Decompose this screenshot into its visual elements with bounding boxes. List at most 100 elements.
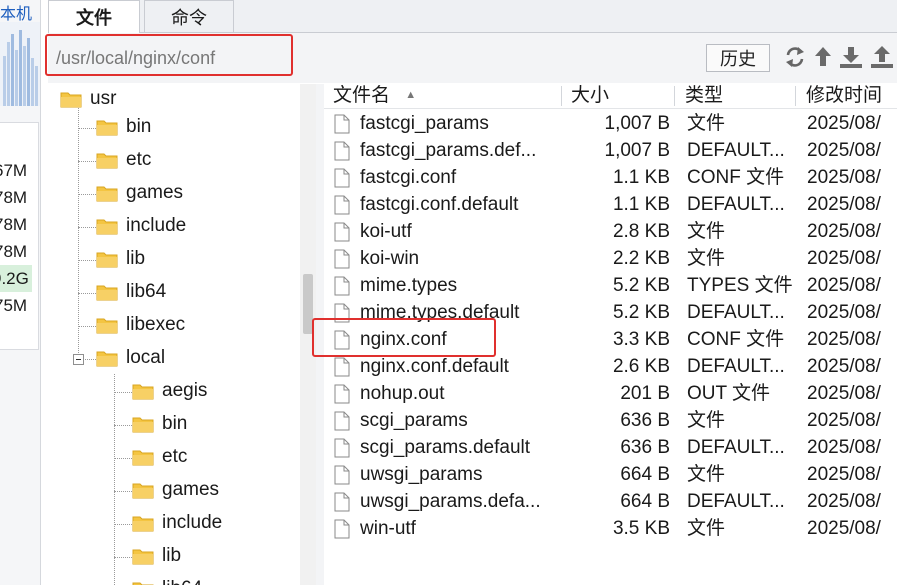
file-modified: 2025/08/	[807, 302, 881, 323]
tree-connector	[78, 293, 96, 294]
file-row[interactable]: fastcgi.conf.default 1.1 KB DEFAULT... 2025…	[324, 191, 897, 218]
collapse-icon[interactable]	[73, 354, 84, 365]
folder-icon	[96, 120, 118, 136]
file-size: 2.2 KB	[612, 248, 670, 269]
file-row[interactable]: scgi_params 636 B 文件 2025/08/	[324, 407, 897, 434]
history-button[interactable]: 历史	[706, 44, 770, 72]
folder-icon	[132, 450, 154, 466]
tree-connector	[78, 128, 96, 129]
upload-icon[interactable]	[869, 44, 895, 70]
file-row[interactable]: fastcgi_params.def... 1,007 B DEFAULT... 20…	[324, 137, 897, 164]
file-size: 2.6 KB	[612, 356, 670, 377]
file-type: DEFAULT...	[687, 356, 785, 377]
file-modified: 2025/08/	[807, 113, 881, 134]
column-modified-header[interactable]: 修改时间	[806, 84, 882, 108]
file-modified: 2025/08/	[807, 437, 881, 458]
file-size: 1.1 KB	[612, 167, 670, 188]
file-row[interactable]: win-utf 3.5 KB 文件 2025/08/	[324, 515, 897, 542]
file-modified: 2025/08/	[807, 356, 881, 377]
column-separator[interactable]	[561, 86, 562, 106]
file-name: uwsgi_params.defa...	[360, 491, 541, 512]
column-separator[interactable]	[674, 86, 675, 106]
file-list-header: 文件名 ▲ 大小 类型 修改时间	[324, 84, 897, 109]
file-row[interactable]: uwsgi_params 664 B 文件 2025/08/	[324, 461, 897, 488]
tree-item-label: lib64	[126, 281, 167, 302]
file-icon	[334, 141, 350, 161]
file-type: 文件	[687, 464, 726, 485]
tree-connector	[78, 161, 96, 162]
file-modified: 2025/08/	[807, 329, 881, 350]
column-size-header[interactable]: 大小	[571, 84, 609, 108]
column-name-header[interactable]: 文件名 ▲	[333, 84, 416, 108]
folder-icon	[132, 384, 154, 400]
tree-connector	[114, 491, 132, 492]
file-modified: 2025/08/	[807, 140, 881, 161]
folder-icon	[60, 92, 82, 108]
file-type: 文件	[687, 518, 726, 539]
local-machine-label: 本机	[0, 6, 33, 23]
file-row[interactable]: fastcgi.conf 1.1 KB CONF 文件 2025/08/	[324, 164, 897, 191]
file-row[interactable]: mime.types 5.2 KB TYPES 文件 2025/08/	[324, 272, 897, 299]
tree-item-label: bin	[126, 116, 152, 137]
sort-ascending-icon: ▲	[405, 89, 417, 101]
file-icon	[334, 411, 350, 431]
tree-connector	[78, 260, 96, 261]
tree-connector	[78, 108, 79, 359]
file-size: 201 B	[620, 383, 670, 404]
folder-icon	[132, 483, 154, 499]
file-row[interactable]: nginx.conf.default 2.6 KB DEFAULT... 2025/0…	[324, 353, 897, 380]
up-arrow-icon[interactable]	[812, 44, 834, 70]
file-type: TYPES 文件	[687, 275, 793, 296]
file-row[interactable]: fastcgi_params 1,007 B 文件 2025/08/	[324, 110, 897, 137]
file-size: 664 B	[620, 491, 670, 512]
tree-item-label: lib	[162, 545, 182, 566]
tree-item-label: include	[126, 215, 187, 236]
file-row[interactable]: uwsgi_params.defa... 664 B DEFAULT... 2025/…	[324, 488, 897, 515]
tree-item-label: lib64	[162, 578, 202, 585]
file-name: win-utf	[360, 518, 416, 539]
column-type-header[interactable]: 类型	[685, 84, 723, 108]
file-name: scgi_params	[360, 410, 468, 431]
folder-icon	[132, 549, 154, 565]
file-modified: 2025/08/	[807, 464, 881, 485]
file-modified: 2025/08/	[807, 275, 881, 296]
file-size: 1,007 B	[604, 140, 671, 161]
file-modified: 2025/08/	[807, 410, 881, 431]
file-size: 636 B	[620, 410, 670, 431]
column-separator[interactable]	[795, 86, 796, 106]
folder-icon	[96, 285, 118, 301]
refresh-icon[interactable]	[784, 44, 806, 70]
tree-connector	[78, 326, 96, 327]
download-icon[interactable]	[838, 44, 864, 70]
left-status-panel: 本机 67M 78M 78M 78M 9.2G 75M	[0, 0, 41, 585]
file-icon	[334, 384, 350, 404]
tree-connector	[78, 194, 96, 195]
folder-icon	[132, 417, 154, 433]
folder-icon	[96, 351, 118, 367]
file-modified: 2025/08/	[807, 491, 881, 512]
file-row[interactable]: koi-win 2.2 KB 文件 2025/08/	[324, 245, 897, 272]
file-icon	[334, 195, 350, 215]
file-icon	[334, 249, 350, 269]
file-icon	[334, 438, 350, 458]
tree-item-label: libexec	[126, 314, 186, 335]
tree-item-label: bin	[162, 413, 188, 434]
tab-bar: 文件 命令	[48, 0, 897, 33]
file-size: 1,007 B	[604, 113, 671, 134]
file-type: 文件	[687, 221, 726, 242]
file-name: uwsgi_params	[360, 464, 483, 485]
file-row[interactable]: nohup.out 201 B OUT 文件 2025/08/	[324, 380, 897, 407]
file-name: scgi_params.default	[360, 437, 531, 458]
file-size: 5.2 KB	[612, 302, 670, 323]
file-row[interactable]: koi-utf 2.8 KB 文件 2025/08/	[324, 218, 897, 245]
file-size: 3.5 KB	[612, 518, 670, 539]
file-icon	[334, 519, 350, 539]
file-icon	[334, 114, 350, 134]
tab-commands[interactable]: 命令	[144, 0, 234, 32]
file-size: 636 B	[620, 437, 670, 458]
file-name: nohup.out	[360, 383, 445, 404]
file-row[interactable]: scgi_params.default 636 B DEFAULT... 2025/0…	[324, 434, 897, 461]
folder-icon	[132, 582, 154, 585]
tree-connector	[114, 392, 132, 393]
tab-files[interactable]: 文件	[48, 0, 140, 33]
